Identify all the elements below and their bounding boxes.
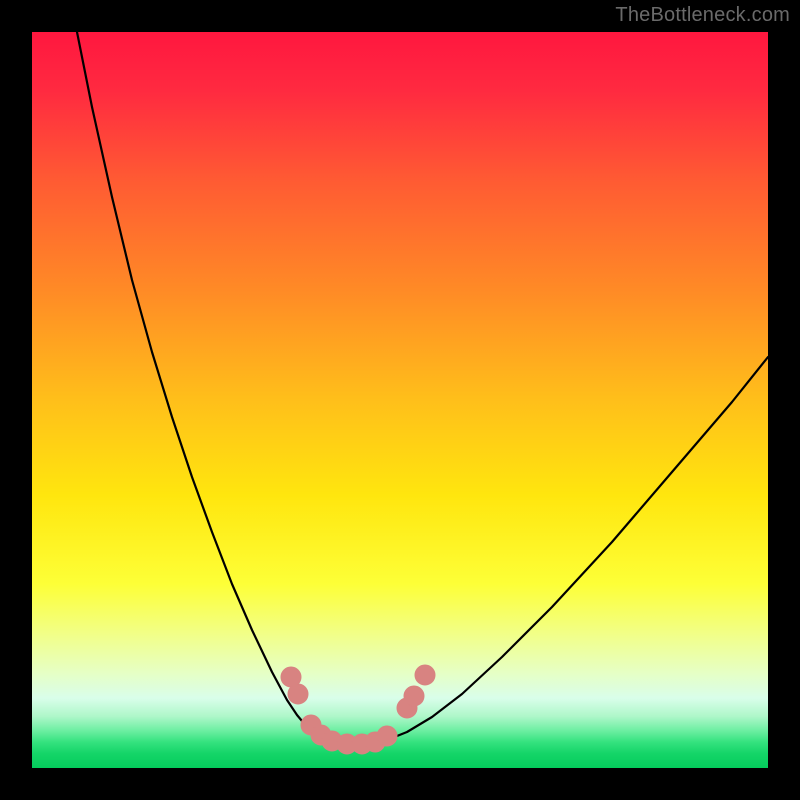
left-marker-2 (288, 684, 308, 704)
right-marker-3 (415, 665, 435, 685)
plot-area (32, 32, 768, 768)
right-marker-2 (404, 686, 424, 706)
chart-svg (32, 32, 768, 768)
chart-frame: TheBottleneck.com (0, 0, 800, 800)
attribution-label: TheBottleneck.com (615, 4, 790, 27)
gradient-background (32, 32, 768, 768)
valley-6 (377, 726, 397, 746)
